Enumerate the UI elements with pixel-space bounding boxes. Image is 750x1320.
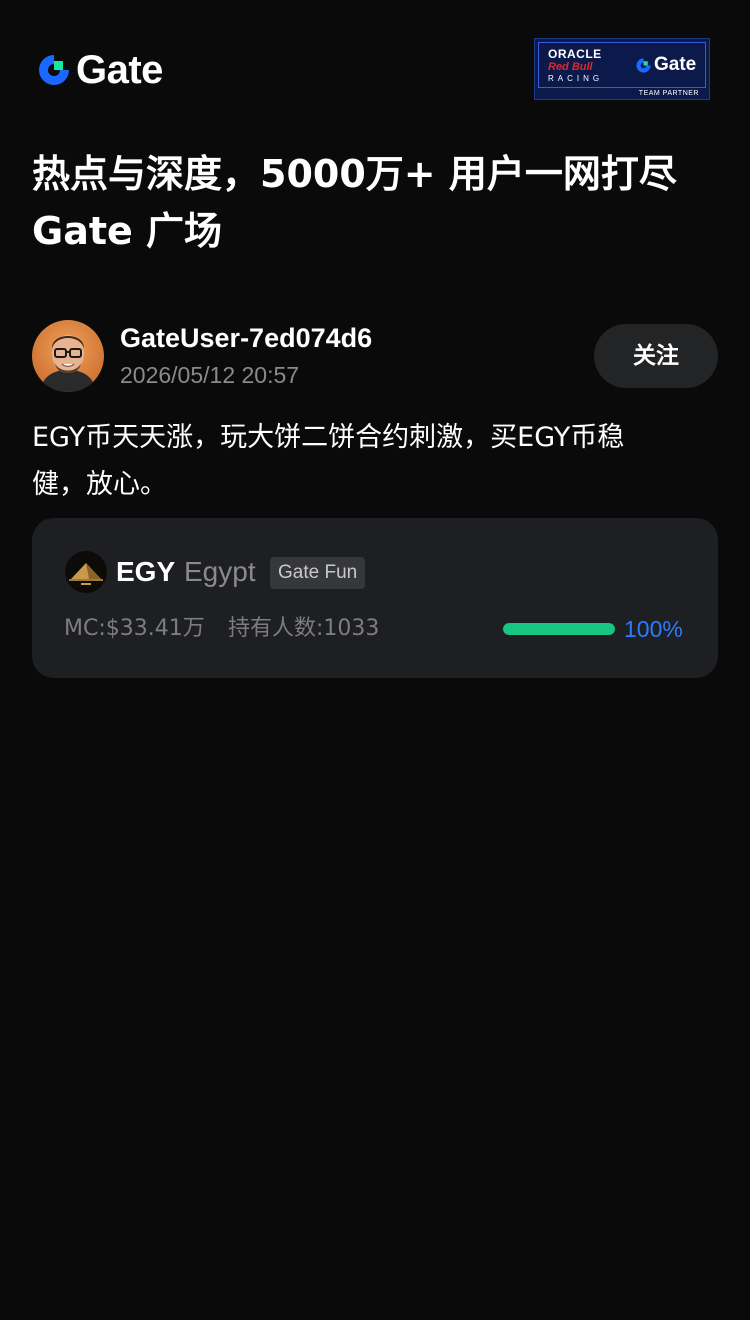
post-timestamp: 2026/05/12 20:57 [120,362,300,388]
partner-redbull-text: Red Bull [548,61,593,73]
gate-logo[interactable]: Gate [36,50,163,90]
logo-text: Gate [76,48,163,92]
bonding-progress-bar [503,623,615,635]
team-partner-caption: TEAM PARTNER [638,90,699,97]
avatar-image [32,320,104,392]
bonding-progress-fill [503,623,615,635]
token-holders: 持有人数:1033 [228,616,380,641]
top-header: Gate ORACLE Red Bull RACING Gate TEAM PA… [0,0,750,120]
token-card[interactable]: EGY Egypt Gate Fun MC:$33.41万 持有人数:1033 … [32,518,718,678]
gate-logo-icon [39,55,69,85]
token-name: Egypt [184,556,256,587]
token-market-cap: MC:$33.41万 [64,616,205,641]
pyramid-token-icon [65,551,107,593]
post-text-line-1: EGY币天天涨，玩大饼二饼合约刺激，买EGY币稳 [32,422,625,453]
partner-badge-frame: ORACLE Red Bull RACING Gate [538,42,706,88]
partner-oracle-text: ORACLE [548,47,602,61]
bonding-progress-percent: 100% [624,616,683,642]
team-partner-badge: ORACLE Red Bull RACING Gate TEAM PARTNER [534,38,710,100]
author-name[interactable]: GateUser-7ed074d6 [120,320,372,356]
headline-line-1: 热点与深度，5000万+ 用户一网打尽 [32,152,677,196]
post-author-row: GateUser-7ed074d6 2026/05/12 20:57 关注 [32,320,718,392]
user-avatar[interactable] [32,320,104,392]
headline-line-2: Gate 广场 [32,209,223,253]
token-symbol: EGY [116,556,176,587]
follow-button[interactable]: 关注 [594,324,718,388]
partner-gate-logo: Gate [635,55,696,75]
partner-gate-text: Gate [654,54,697,75]
post-text-line-2: 健，放心。 [32,469,167,500]
partner-racing-text: RACING [548,74,604,83]
page-headline: 热点与深度，5000万+ 用户一网打尽 Gate 广场 [32,146,722,260]
post-body: EGY币天天涨，玩大饼二饼合约刺激，买EGY币稳 健，放心。 [32,414,718,508]
token-tag-badge: Gate Fun [270,557,366,589]
gate-small-logo-icon [636,57,651,73]
